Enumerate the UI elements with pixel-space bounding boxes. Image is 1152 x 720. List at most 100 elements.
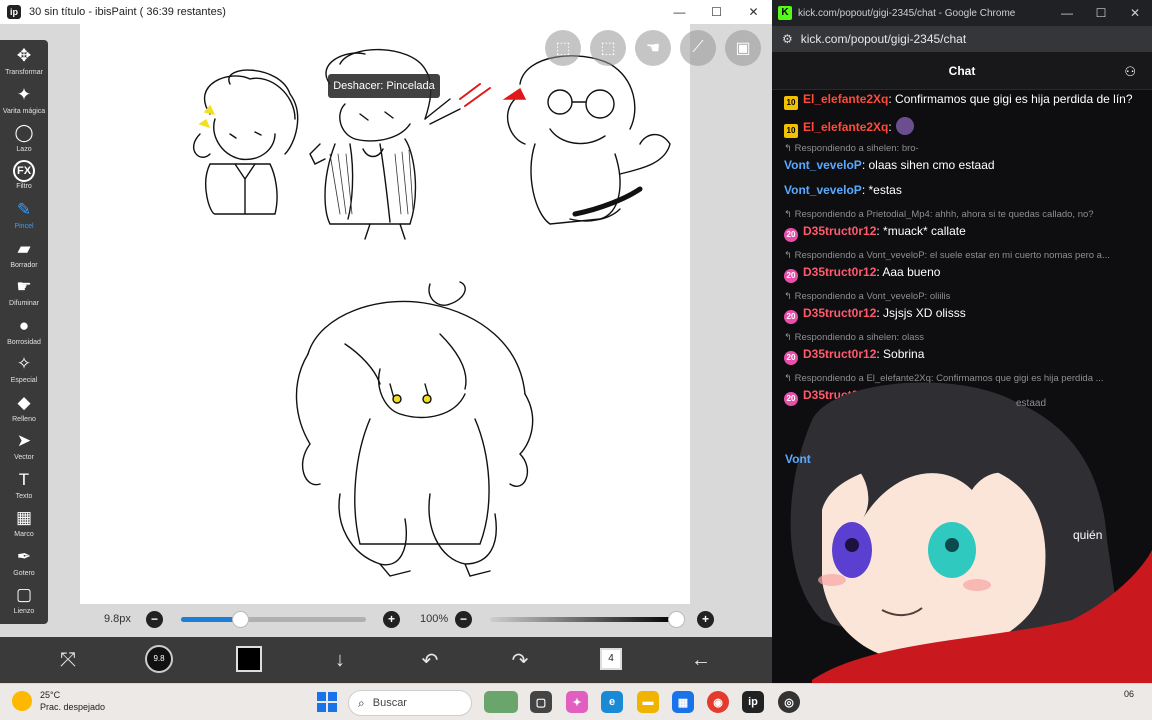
opacity-knob[interactable] [668, 611, 685, 628]
opacity-plus-button[interactable]: + [697, 611, 714, 628]
transform-tool-icon[interactable]: ⤧ [53, 645, 83, 675]
chat-message-text: : *muack* callate [876, 224, 966, 238]
chat-reply-context[interactable]: ↰ Respondiendo a sihelen: olass [784, 332, 1144, 343]
chat-reply-context[interactable]: ↰ Respondiendo a Vont_veveloP: el suele … [784, 250, 1144, 261]
tool-pincel[interactable]: ✎ Pincel [0, 198, 48, 236]
opacity-slider[interactable] [490, 611, 685, 628]
chat-message[interactable]: Vont_veveloP: olaas sihen cmo estaad [784, 158, 1144, 172]
opacity-minus-button[interactable]: − [455, 611, 472, 628]
back-arrow-icon[interactable]: ← [686, 645, 716, 675]
drawing-canvas[interactable] [80, 24, 690, 604]
chat-username[interactable]: D35truct0r12 [803, 306, 876, 320]
canvas-quick-icons: ⬚ ⬚ ☚ ⟋ ▣ [545, 30, 761, 66]
redo-icon[interactable]: ↷ [505, 645, 535, 675]
chat-message-text: : *estas [861, 183, 902, 197]
sketch-shading [329, 149, 414, 215]
ibispaint-window-controls: — ☐ ✕ [661, 0, 772, 24]
chat-header: Chat ⚇ [772, 52, 1152, 90]
sketch-yellow-sparkles [198, 104, 216, 129]
arrow-down-icon[interactable]: ↓ [325, 645, 355, 675]
ibispaint-taskbar-icon[interactable]: ip [742, 691, 764, 713]
minimize-icon[interactable]: — [1050, 0, 1084, 26]
edge-browser-icon[interactable]: e [601, 691, 623, 713]
address-bar[interactable]: ⚙ kick.com/popout/gigi-2345/chat [772, 26, 1152, 52]
tool-label: Borrosidad [7, 338, 41, 346]
chat-message[interactable]: Vont_veveloP: *estas [784, 183, 1144, 197]
chat-username[interactable]: Vont_veveloP [784, 183, 862, 197]
chat-message[interactable]: 10 El_elefante2Xq: [784, 117, 1144, 138]
chat-message[interactable]: 20 D35truct0r12: Sobrina [784, 347, 1144, 365]
tool-borrador[interactable]: ▰ Borrador [0, 237, 48, 275]
close-icon[interactable]: ✕ [735, 0, 772, 24]
maximize-icon[interactable]: ☐ [1084, 0, 1118, 26]
maximize-icon[interactable]: ☐ [698, 0, 735, 24]
tool-relleno[interactable]: ◆ Relleno [0, 391, 48, 429]
windows-taskbar: 25°C Prac. despejado ⌕ Buscar ▢ ✦ e ▬ ▦ … [0, 683, 1152, 720]
subscriber-badge-icon: 20 [784, 269, 798, 283]
chat-username[interactable]: El_elefante2Xq [803, 120, 888, 134]
start-button[interactable] [317, 692, 337, 712]
layers-button[interactable]: 4 [600, 648, 622, 670]
sketch-red-bow [502, 87, 527, 100]
weather-condition: Prac. despejado [40, 702, 106, 712]
tool-lazo[interactable]: ◯ Lazo [0, 121, 48, 159]
file-explorer-icon[interactable]: ▬ [637, 691, 659, 713]
chat-username[interactable]: D35truct0r12 [803, 265, 876, 279]
address-url[interactable]: kick.com/popout/gigi-2345/chat [801, 32, 966, 46]
chat-username[interactable]: Vont_veveloP [784, 158, 862, 172]
tool-vector[interactable]: ➤ Vector [0, 429, 48, 467]
tool-difuminar[interactable]: ☛ Difuminar [0, 275, 48, 313]
chat-reply-context[interactable]: ↰ Respondiendo a sihelen: bro- [784, 143, 1144, 154]
sketch-eye-right [422, 394, 432, 404]
chat-reply-context[interactable]: ↰ Respondiendo a Vont_veveloP: oliilis [784, 291, 1144, 302]
tool-gotero[interactable]: ✒ Gotero [0, 545, 48, 583]
chat-message[interactable]: 20 D35truct0r12: Aaa bueno [784, 265, 1144, 283]
size-plus-button[interactable]: + [383, 611, 400, 628]
chrome-browser-icon[interactable]: ◉ [707, 691, 729, 713]
chat-title: Chat [948, 64, 976, 78]
brush-preview-button[interactable]: 9.8 [145, 645, 173, 673]
ruler-icon[interactable]: ⟋ [680, 30, 716, 66]
tool-marco[interactable]: ▦ Marco [0, 506, 48, 544]
chat-username[interactable]: El_elefante2Xq [803, 92, 888, 106]
copilot-icon[interactable]: ✦ [566, 691, 588, 713]
text-icon: T [18, 469, 30, 489]
tool-transformar[interactable]: ✥ Transformar [0, 44, 48, 82]
selection-rect-icon[interactable]: ⬚ [590, 30, 626, 66]
user-list-icon[interactable]: ⚇ [1124, 64, 1136, 80]
hand-icon[interactable]: ☚ [635, 30, 671, 66]
weather-widget[interactable]: 25°C Prac. despejado [12, 689, 105, 713]
site-info-icon[interactable]: ⚙ [782, 32, 793, 46]
chat-partial-text-vont: Vont [785, 452, 811, 466]
chat-message[interactable]: 10 El_elefante2Xq: Confirmamos que gigi e… [784, 92, 1144, 110]
undo-icon[interactable]: ↶ [415, 645, 445, 675]
chat-username[interactable]: D35truct0r12 [803, 347, 876, 361]
chat-message[interactable]: 20 D35truct0r12: *muack* callate [784, 224, 1144, 242]
taskbar-search[interactable]: ⌕ Buscar [348, 690, 472, 716]
brush-size-knob[interactable] [232, 611, 250, 628]
tool-texto[interactable]: T Texto [0, 468, 48, 506]
chat-reply-context[interactable]: ↰ Respondiendo a Prietodial_Mp4: ahhh, a… [784, 209, 1144, 220]
chrome-window-title: kick.com/popout/gigi-2345/chat - Google … [798, 7, 1016, 19]
size-minus-button[interactable]: − [146, 611, 163, 628]
chat-message[interactable]: 20 D35truct0r12: Jsjsjs XD olisss [784, 306, 1144, 324]
tool-filtro[interactable]: FX Filtro [0, 159, 48, 198]
tool-label: Vector [14, 454, 34, 461]
minimize-icon[interactable]: — [661, 0, 698, 24]
selection-icon[interactable]: ⬚ [545, 30, 581, 66]
ibispaint-titlebar: ip 30 sin título - ibisPaint ( 36:39 res… [0, 0, 772, 24]
color-swatch-button[interactable] [236, 646, 262, 672]
brush-size-slider[interactable] [181, 611, 366, 628]
widgets-app-icon[interactable] [484, 691, 518, 713]
tool-varita-mágica[interactable]: ✦ Varita mágica [0, 83, 48, 121]
close-icon[interactable]: ✕ [1118, 0, 1152, 26]
tool-especial[interactable]: ✧ Especial [0, 352, 48, 390]
reply-icon: ↰ [784, 143, 795, 154]
obs-taskbar-icon[interactable]: ◎ [778, 691, 800, 713]
chat-username[interactable]: D35truct0r12 [803, 224, 876, 238]
store-app-icon[interactable]: ▦ [672, 691, 694, 713]
image-icon[interactable]: ▣ [725, 30, 761, 66]
tool-borrosidad[interactable]: ● Borrosidad [0, 314, 48, 352]
task-view-icon[interactable]: ▢ [530, 691, 552, 713]
tool-label: Lazo [16, 146, 32, 153]
